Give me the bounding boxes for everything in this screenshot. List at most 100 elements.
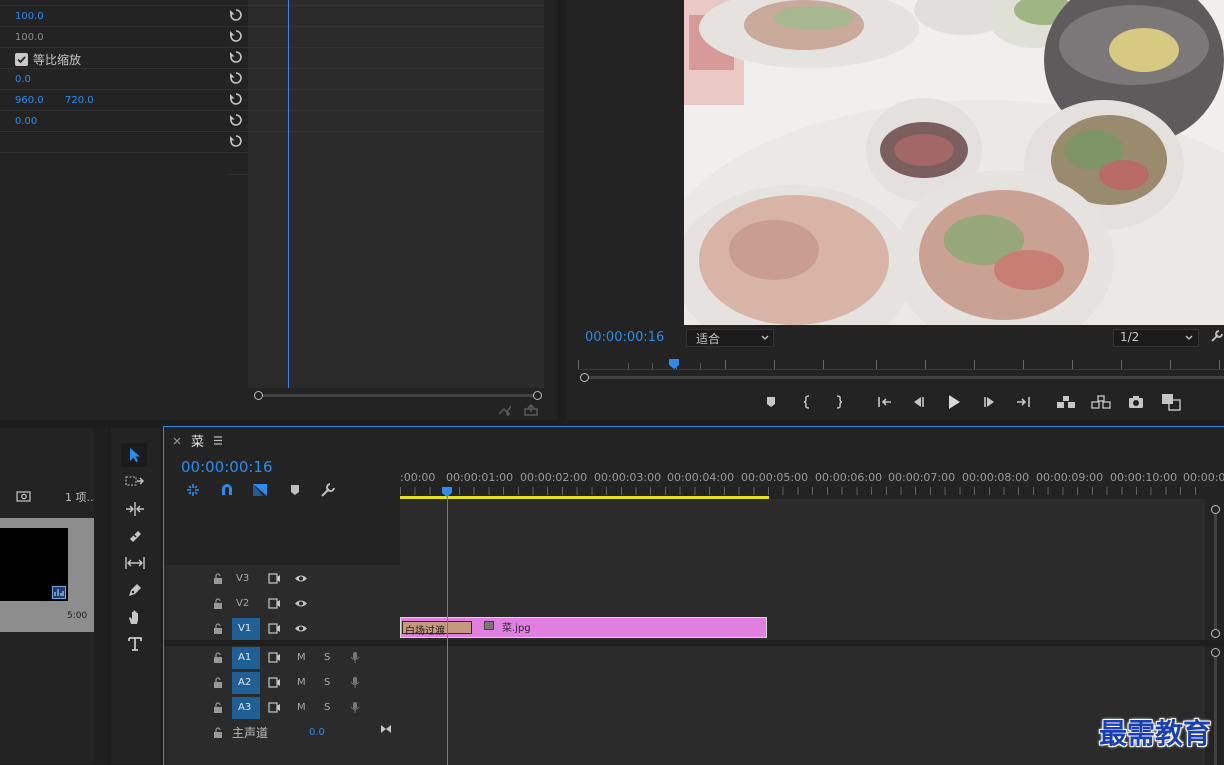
scale-width-value[interactable]: 100.0 — [15, 32, 44, 43]
toggle-sync-lock-icon[interactable] — [268, 598, 281, 609]
resolution-dropdown[interactable]: 1/2 — [1113, 329, 1199, 347]
lift-icon[interactable] — [1056, 394, 1076, 410]
track-label-a1[interactable]: A1 — [232, 647, 260, 669]
timeline-playhead-line — [447, 493, 448, 765]
anchor-y-value[interactable]: 720.0 — [65, 95, 94, 106]
step-forward-icon[interactable] — [982, 395, 998, 409]
add-marker-icon[interactable] — [765, 395, 777, 409]
transition-dip-to-white[interactable]: 白场过渡 — [402, 621, 472, 637]
ripple-edit-tool-icon[interactable] — [125, 501, 145, 517]
play-icon[interactable] — [946, 394, 962, 410]
mute-track-button[interactable]: M — [297, 677, 306, 688]
timeline-timecode[interactable]: 00:00:00:16 — [181, 458, 273, 476]
clip-label: 菜.jpg — [502, 623, 531, 634]
lock-track-icon[interactable] — [213, 727, 223, 738]
microphone-icon[interactable] — [350, 651, 360, 664]
lock-track-icon[interactable] — [213, 598, 223, 609]
track-label-v3[interactable]: V3 — [232, 569, 254, 589]
mark-in-icon[interactable] — [802, 395, 812, 409]
eye-icon[interactable] — [294, 574, 308, 583]
eye-icon[interactable] — [294, 599, 308, 608]
track-label-a2[interactable]: A2 — [232, 672, 260, 694]
toggle-sync-lock-icon[interactable] — [268, 702, 281, 713]
type-tool-icon[interactable] — [127, 636, 143, 652]
go-to-end-icon[interactable] — [380, 724, 392, 734]
lock-track-icon[interactable] — [213, 702, 223, 713]
program-monitor-panel: 00:00:00:16 适合 1/2 — [566, 0, 1224, 420]
reset-icon[interactable] — [229, 113, 243, 127]
timeline-settings-wrench-icon[interactable] — [320, 482, 336, 498]
camera-icon[interactable] — [1128, 395, 1144, 409]
razor-tool-icon[interactable] — [127, 528, 143, 544]
eye-icon[interactable] — [294, 624, 308, 633]
ruler-label: 00:00:07:00 — [888, 471, 956, 484]
reset-icon[interactable] — [229, 29, 243, 43]
timeline-tab-title[interactable]: 菜 — [191, 431, 204, 450]
anti-flicker-value[interactable]: 0.00 — [15, 116, 37, 127]
mute-track-button[interactable]: M — [297, 702, 306, 713]
go-to-in-icon[interactable] — [877, 395, 893, 409]
program-playhead[interactable] — [668, 358, 680, 370]
scale-height-value[interactable]: 100.0 — [15, 11, 44, 22]
reset-icon[interactable] — [229, 134, 243, 148]
program-timecode[interactable]: 00:00:00:16 — [585, 330, 664, 345]
reset-icon[interactable] — [229, 71, 243, 85]
panel-menu-icon[interactable] — [213, 436, 223, 445]
project-scrollbar[interactable] — [94, 428, 107, 764]
track-label-v1[interactable]: V1 — [232, 618, 260, 640]
solo-track-button[interactable]: S — [324, 677, 330, 688]
reset-icon[interactable] — [229, 92, 243, 106]
track-label-a3[interactable]: A3 — [232, 697, 260, 719]
effect-zoom-scrollbar[interactable] — [254, 391, 544, 400]
mute-track-button[interactable]: M — [297, 652, 306, 663]
hand-tool-icon[interactable] — [127, 609, 143, 625]
microphone-icon[interactable] — [350, 701, 360, 714]
zoom-level-dropdown[interactable]: 适合 — [686, 329, 774, 347]
rotation-value[interactable]: 0.0 — [15, 74, 31, 85]
find-icon[interactable] — [16, 490, 31, 502]
watermark-text: 最需教育 — [1099, 717, 1212, 750]
lock-track-icon[interactable] — [213, 652, 223, 663]
linked-selection-icon[interactable] — [252, 482, 268, 498]
uniform-scale-checkbox[interactable] — [15, 53, 28, 66]
lock-track-icon[interactable] — [213, 623, 223, 634]
mark-out-icon[interactable] — [834, 395, 844, 409]
reset-icon[interactable] — [229, 8, 243, 22]
project-item-card[interactable]: 5:00 — [0, 518, 94, 632]
comparison-view-icon[interactable] — [1161, 393, 1181, 411]
program-zoom-scrollbar[interactable] — [580, 373, 1224, 382]
lock-track-icon[interactable] — [213, 573, 223, 584]
track-label-v2[interactable]: V2 — [232, 594, 254, 614]
export-frame-icon[interactable] — [524, 404, 538, 416]
toggle-sync-lock-icon[interactable] — [268, 677, 281, 688]
extract-icon[interactable] — [1091, 394, 1111, 410]
ruler-label: 00:00:08:00 — [962, 471, 1030, 484]
master-volume-value[interactable]: 0.0 — [309, 727, 325, 738]
solo-track-button[interactable]: S — [324, 702, 330, 713]
toggle-sync-lock-icon[interactable] — [268, 573, 281, 584]
pen-tool-icon[interactable] — [127, 582, 143, 598]
uniform-scale-label: 等比缩放 — [33, 53, 82, 67]
selection-tool[interactable] — [121, 443, 147, 467]
close-tab-icon[interactable] — [173, 437, 181, 445]
anchor-x-value[interactable]: 960.0 — [15, 95, 44, 106]
lock-track-icon[interactable] — [213, 677, 223, 688]
snap-magnet-icon[interactable] — [219, 482, 235, 498]
toggle-sync-lock-icon[interactable] — [268, 652, 281, 663]
solo-track-button[interactable]: S — [324, 652, 330, 663]
track-select-tool-icon[interactable] — [125, 474, 145, 488]
time-ruler[interactable]: :00:00 00:00:01:00 00:00:02:00 00:00:03:… — [400, 467, 1224, 499]
microphone-icon[interactable] — [350, 676, 360, 689]
reset-icon[interactable] — [229, 50, 243, 64]
timeline-panel: 菜 00:00:00:16 :00:00 00:00:01:00 00:00:0… — [163, 426, 1224, 765]
slip-tool-icon[interactable] — [124, 555, 146, 571]
step-back-icon[interactable] — [910, 395, 926, 409]
add-marker-icon[interactable] — [289, 484, 301, 497]
nest-sequence-icon[interactable] — [185, 482, 201, 498]
toggle-sync-lock-icon[interactable] — [268, 623, 281, 634]
timeline-video-scrollbar[interactable] — [1205, 499, 1224, 639]
track-content-area[interactable]: 菜.jpg 白场过渡 — [400, 499, 1205, 765]
audio-filter-icon[interactable] — [498, 404, 512, 416]
wrench-icon[interactable] — [1210, 329, 1224, 343]
go-to-out-icon[interactable] — [1015, 395, 1031, 409]
